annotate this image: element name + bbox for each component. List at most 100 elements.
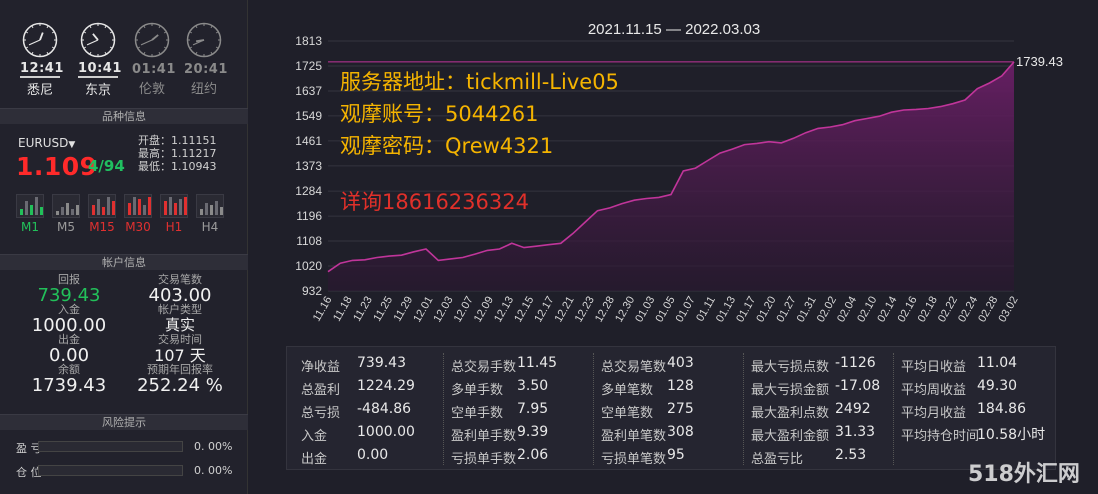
clock-icon <box>80 22 116 58</box>
stat-cell: 最大盈利点数 <box>751 402 829 421</box>
stat-value: -1126 <box>835 355 876 371</box>
timeframe-h4[interactable]: H4 <box>196 194 224 234</box>
stat-label: 平均日收益 <box>901 360 967 375</box>
timeframe-signal <box>16 194 44 218</box>
stat-cell: 净收益 <box>301 356 340 375</box>
clock-0: 12:41 悉尼 <box>20 22 64 98</box>
account-type-field: 帐户类型 真实 <box>124 304 236 335</box>
x-tick-label: 01.05 <box>653 295 677 325</box>
clock-city: 纽约 <box>190 82 217 97</box>
y-tick-label: 1284 <box>295 184 322 198</box>
timeframe-signal <box>88 194 116 218</box>
stat-value: 1224.29 <box>357 378 415 394</box>
stat-cell: 出金 <box>301 448 327 467</box>
stat-cell: 盈利单手数 <box>451 425 516 444</box>
password-info: 观摩密码：Qrew4321 <box>340 134 554 158</box>
y-tick-label: 1725 <box>295 59 322 73</box>
stat-label: 盈利单手数 <box>451 429 517 444</box>
column-separator <box>743 353 744 465</box>
stat-label: 最大盈利金额 <box>751 429 830 444</box>
stat-value: 2.06 <box>517 447 549 463</box>
y-tick-label: 1196 <box>296 209 322 223</box>
x-tick-label: 12.13 <box>492 295 516 325</box>
price-big: 1.109 <box>16 152 98 181</box>
stat-cell: 多单手数 <box>451 379 503 398</box>
watermark: 518外汇网 <box>968 462 1080 487</box>
risk-header: 风险提示 <box>0 414 248 430</box>
x-tick-label: 01.03 <box>633 295 657 325</box>
timeframe-m5[interactable]: M5 <box>52 194 80 234</box>
annual-return-value: 252.24 % <box>137 375 223 396</box>
x-tick-label: 02.18 <box>916 295 940 325</box>
stat-value: 308 <box>667 424 694 440</box>
x-tick-label: 12.01 <box>411 295 435 325</box>
stat-cell: 平均持仓时间 <box>901 425 979 444</box>
stat-label: 盈利单笔数 <box>601 429 667 444</box>
stat-value: 403 <box>667 355 694 371</box>
stat-label: 最大盈利点数 <box>751 406 830 421</box>
stat-cell: 平均月收益 <box>901 402 966 421</box>
column-separator <box>443 353 444 465</box>
x-tick-label: 02.04 <box>835 295 859 325</box>
stat-cell: 最大亏损点数 <box>751 356 829 375</box>
timeframe-m30[interactable]: M30 <box>124 194 152 234</box>
y-tick-label: 1108 <box>296 234 322 248</box>
high-price: 最高：1.11217 <box>138 147 217 160</box>
clock-2: 01:41 伦敦 <box>132 22 176 97</box>
trades-field: 交易笔数 403.00 <box>124 274 236 306</box>
symbol-selector[interactable]: EURUSD▼ <box>18 136 75 150</box>
x-tick-label: 12.09 <box>472 295 496 325</box>
x-tick-label: 02.10 <box>855 295 879 325</box>
clock-time: 12:41 <box>20 61 64 78</box>
timeframe-label: M1 <box>21 220 39 234</box>
y-tick-label: 1461 <box>295 134 322 148</box>
clock-time: 20:41 <box>184 62 228 77</box>
stat-label: 亏损单笔数 <box>601 452 667 467</box>
account-info-text: 观摩账号：5044261 <box>340 102 539 126</box>
clock-time: 10:41 <box>78 61 122 78</box>
x-tick-label: 01.17 <box>734 295 758 325</box>
timeframe-label: M30 <box>125 220 151 234</box>
stat-label: 多单手数 <box>451 383 504 398</box>
stat-label: 平均持仓时间 <box>901 429 980 444</box>
timeframe-m15[interactable]: M15 <box>88 194 116 234</box>
timeframe-label: M5 <box>57 220 75 234</box>
clock-icon <box>134 22 170 58</box>
stat-value: -17.08 <box>835 378 881 394</box>
stats-table: 净收益 739.43 总盈利 1224.29 总亏损 -484.86 入金 1000.00 出金… <box>286 346 1056 470</box>
x-tick-label: 12.07 <box>452 295 476 325</box>
position-risk-row: 仓 位 0. 00% <box>16 464 246 480</box>
stat-value: -484.86 <box>357 401 412 417</box>
stat-value: 275 <box>667 401 694 417</box>
y-tick-label: 932 <box>302 284 322 298</box>
stat-cell: 平均周收益 <box>901 379 966 398</box>
clock-time: 01:41 <box>132 62 176 77</box>
stat-value: 11.45 <box>517 355 558 371</box>
stat-value: 2.53 <box>835 447 867 463</box>
profit-risk-pct: 0. 00% <box>194 440 233 453</box>
timeframe-m1[interactable]: M1 <box>16 194 44 234</box>
stat-label: 总盈利 <box>301 383 341 398</box>
price-small: 4/94 <box>88 157 125 175</box>
x-tick-label: 12.17 <box>532 295 556 325</box>
stat-value: 31.33 <box>835 424 876 440</box>
world-clocks: 12:41 悉尼 10:41 东京 01:41 伦敦 20:41 纽约 <box>20 22 240 102</box>
stat-value: 9.39 <box>517 424 549 440</box>
x-tick-label: 02.02 <box>815 295 839 325</box>
y-tick-label: 1373 <box>295 159 322 173</box>
stat-cell: 盈利单笔数 <box>601 425 666 444</box>
timeframe-signal <box>160 194 188 218</box>
equity-chart: 2021.11.15 — 2022.03.03 932 1020 1108 1196 1… <box>295 21 1063 325</box>
timeframe-h1[interactable]: H1 <box>160 194 188 234</box>
clock-1: 10:41 东京 <box>78 22 122 98</box>
stat-label: 空单手数 <box>451 406 504 421</box>
stat-value: 184.86 <box>977 401 1026 417</box>
x-tick-label: 01.31 <box>795 295 819 325</box>
stat-label: 入金 <box>301 429 328 444</box>
y-tick-label: 1549 <box>295 109 322 123</box>
x-tick-label: 02.14 <box>875 295 899 325</box>
stat-label: 最大亏损金额 <box>751 383 830 398</box>
clock-icon <box>186 22 222 58</box>
timeframe-signal <box>196 194 224 218</box>
stat-value: 95 <box>667 447 685 463</box>
